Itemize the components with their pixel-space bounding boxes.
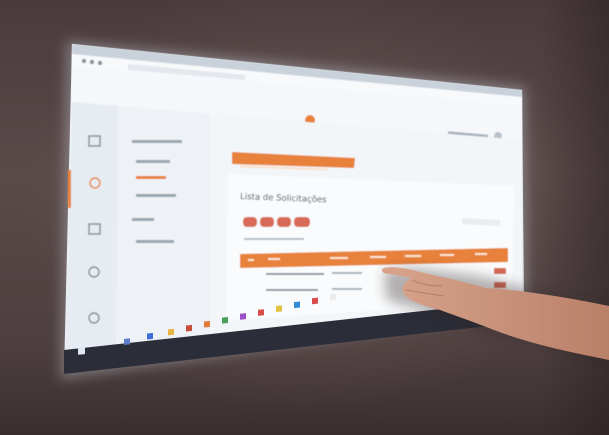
taskbar-app-icon[interactable] <box>294 301 300 309</box>
table-header-cell <box>268 258 280 260</box>
table-header-cell <box>330 257 348 259</box>
browser-back-icon[interactable] <box>81 58 87 64</box>
taskbar-app-icon[interactable] <box>168 328 174 336</box>
taskbar-app-icon[interactable] <box>204 320 210 328</box>
sidebar-item[interactable] <box>136 160 170 163</box>
taskbar-app-icon[interactable] <box>312 297 318 305</box>
table-header-cell <box>370 256 386 258</box>
filter-chip[interactable] <box>260 217 274 227</box>
taskbar-app-icon[interactable] <box>186 324 192 332</box>
sidebar-section-a <box>132 140 182 143</box>
table-cell <box>332 272 362 274</box>
sidebar-item[interactable] <box>136 194 176 197</box>
taskbar-app-icon[interactable] <box>222 317 228 324</box>
table-cell <box>266 289 318 291</box>
browser-forward-icon[interactable] <box>89 59 95 65</box>
rail-active-indicator <box>68 170 71 208</box>
projected-screen: Lista de Solicitações <box>60 40 609 380</box>
start-icon[interactable] <box>78 347 85 355</box>
sidebar-section-b <box>132 218 154 221</box>
taskbar-app-icon[interactable] <box>147 332 153 340</box>
browser-reload-icon[interactable] <box>97 60 103 66</box>
sidebar-item[interactable] <box>136 240 174 243</box>
icon-rail <box>66 102 118 358</box>
taskbar-app-icon[interactable] <box>276 305 282 312</box>
table-header-cell <box>440 254 454 256</box>
table-header-cell <box>405 255 421 257</box>
sidebar-item[interactable] <box>136 176 166 179</box>
row-action-button[interactable] <box>494 268 506 274</box>
filter-chip[interactable] <box>277 217 291 227</box>
table-header-cell <box>248 259 254 261</box>
filter-chip[interactable] <box>294 217 310 227</box>
taskbar-app-icon[interactable] <box>240 313 246 320</box>
table-header-cell <box>475 253 487 255</box>
table-cell <box>266 273 324 275</box>
taskbar-app-icon[interactable] <box>330 293 336 301</box>
taskbar-app-icon[interactable] <box>124 338 130 345</box>
filter-label <box>244 238 304 240</box>
filter-chip[interactable] <box>243 217 257 227</box>
table-cell <box>332 288 362 290</box>
taskbar-app-icon[interactable] <box>258 309 264 316</box>
